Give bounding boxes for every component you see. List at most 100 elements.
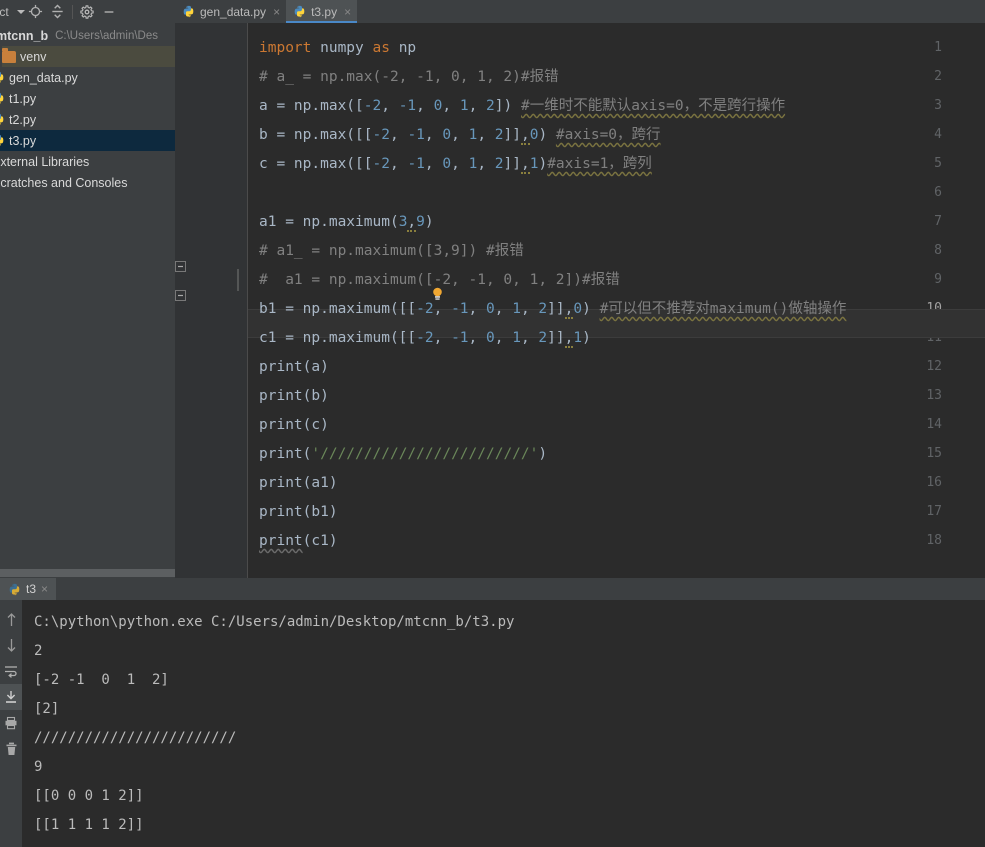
code-token: , [416, 98, 434, 114]
print-icon[interactable] [0, 710, 22, 736]
code-line-13[interactable]: print(b) [259, 382, 329, 411]
code-token: ]) [494, 98, 521, 114]
settings-gear-icon[interactable] [76, 0, 98, 23]
run-tool-window: t3 × C:\python\python.exe C:/Users/admin… [0, 578, 985, 847]
tree-item-scratches[interactable]: Scratches and Consoles [0, 172, 175, 193]
tree-item-venv[interactable]: venv [2, 46, 175, 67]
code-line-14[interactable]: print(c) [259, 411, 329, 440]
code-line-10[interactable]: b1 = np.maximum([[-2, -1, 0, 1, 2]],0) #… [259, 295, 846, 324]
scroll-down-icon[interactable] [0, 632, 22, 658]
code-line-2[interactable]: # a_ = np.max(-2, -1, 0, 1, 2)#报错 [259, 63, 559, 92]
chevron-down-icon[interactable] [16, 9, 25, 14]
scroll-up-icon[interactable] [0, 606, 22, 632]
code-token: print [259, 388, 303, 404]
tree-item-external-libraries[interactable]: External Libraries [0, 151, 175, 172]
code-token: ]] [547, 301, 565, 317]
run-tab-t3[interactable]: t3 × [0, 578, 57, 600]
tree-item-gen_data[interactable]: gen_data.py [0, 67, 175, 88]
code-token: 2 [494, 127, 504, 143]
close-icon[interactable]: × [273, 5, 280, 19]
trash-icon[interactable] [0, 736, 22, 762]
code-token: (b) [302, 388, 329, 404]
tree-item-t2[interactable]: t2.py [0, 109, 175, 130]
collapse-all-icon[interactable] [47, 0, 69, 23]
code-line-7[interactable]: a1 = np.maximum(3,9) [259, 208, 434, 237]
code-token: b = np.max([[ [259, 127, 373, 143]
tree-item-t3[interactable]: t3.py [0, 130, 175, 151]
code-token: ) [582, 330, 591, 346]
project-horizontal-scrollbar[interactable] [0, 567, 175, 578]
code-token: -1 [398, 98, 417, 114]
tree-item-label: t2.py [9, 112, 37, 127]
console-output[interactable]: C:\python\python.exe C:/Users/admin/Desk… [22, 600, 985, 847]
code-line-3[interactable]: a = np.max([-2, -1, 0, 1, 2]) #一维时不能默认ax… [259, 92, 785, 121]
code-line-16[interactable]: print(a1) [259, 469, 338, 498]
code-token: , [389, 156, 408, 172]
code-line-15[interactable]: print('////////////////////////') [259, 440, 547, 469]
code-token: (a) [302, 359, 329, 375]
code-token: 1 [512, 301, 521, 317]
code-token: , [451, 156, 469, 172]
code-token: , [520, 330, 539, 346]
console-line-5: 9 [34, 759, 43, 775]
code-token: numpy [320, 40, 373, 56]
fold-region-line [237, 269, 239, 291]
editor-tab-bar: gen_data.py × t3.py × [175, 0, 985, 23]
code-token: 0 [486, 330, 495, 346]
run-tab-bar: t3 × [0, 578, 985, 600]
tree-item-label: venv [20, 49, 47, 64]
code-token: , [494, 330, 513, 346]
code-token: ]] [503, 127, 521, 143]
code-token: ) [538, 446, 548, 462]
code-token: ]] [547, 330, 565, 346]
python-run-icon [9, 583, 20, 595]
code-line-18[interactable]: print(c1) [259, 527, 338, 556]
code-token: , [477, 127, 495, 143]
code-token: (c) [302, 417, 329, 433]
editor-tab-label: gen_data.py [200, 4, 267, 19]
code-token: , [451, 127, 469, 143]
console-side-toolbar [0, 600, 22, 847]
code-token: #一维时不能默认axis=0，不是跨行操作 [520, 98, 786, 114]
code-token: a1 = np.maximum( [259, 214, 399, 230]
code-line-12[interactable]: print(a) [259, 353, 329, 382]
code-token: , [468, 330, 487, 346]
code-token: -1 [407, 127, 425, 143]
editor-text-area[interactable]: import numpy as np # a_ = np.max(-2, -1, … [248, 23, 985, 578]
project-root-label: mtcnn_b [0, 28, 49, 43]
code-line-17[interactable]: print(b1) [259, 498, 338, 527]
code-token: np [398, 40, 417, 56]
tree-item-t1[interactable]: t1.py [0, 88, 175, 109]
code-token: (c1) [302, 533, 338, 549]
python-file-icon [0, 71, 4, 83]
code-line-8[interactable]: # a1_ = np.maximum([3,9]) #报错 [259, 237, 524, 266]
close-icon[interactable]: × [41, 582, 48, 596]
scrollbar-thumb[interactable] [0, 569, 175, 577]
project-tool-window-label[interactable]: oject [0, 5, 9, 19]
code-line-5[interactable]: c = np.max([[-2, -1, 0, 1, 2]],1)#axis=1… [259, 150, 652, 179]
code-token: 2 [538, 301, 548, 317]
project-root-node[interactable]: mtcnn_b C:\Users\admin\Des [0, 25, 175, 46]
code-token: #axis=0，跨行 [555, 127, 661, 143]
minimize-icon[interactable] [98, 0, 120, 23]
close-icon[interactable]: × [344, 5, 351, 19]
code-line-1[interactable]: import numpy as np [259, 34, 416, 63]
code-token: 0 [442, 127, 452, 143]
code-editor[interactable]: 123456789101112131415161718 import numpy… [175, 23, 985, 578]
code-token: -2 [372, 127, 390, 143]
code-line-11[interactable]: c1 = np.maximum([[-2, -1, 0, 1, 2]],1) [259, 324, 591, 353]
code-token: , [389, 127, 408, 143]
code-token: 1 [459, 98, 469, 114]
console-line-1: 2 [34, 643, 43, 659]
editor-tab-gen_data[interactable]: gen_data.py × [175, 0, 286, 23]
editor-tab-t3[interactable]: t3.py × [286, 0, 358, 23]
code-line-4[interactable]: b = np.max([[-2, -1, 0, 1, 2]],0) #axis=… [259, 121, 661, 150]
scroll-to-end-icon[interactable] [0, 684, 22, 710]
code-token: as [372, 40, 399, 56]
soft-wrap-icon[interactable] [0, 658, 22, 684]
lightbulb-icon[interactable] [431, 287, 444, 307]
python-file-icon [183, 5, 194, 18]
code-token: 0 [442, 156, 452, 172]
code-token: 2 [538, 330, 548, 346]
locate-icon[interactable] [25, 0, 47, 23]
